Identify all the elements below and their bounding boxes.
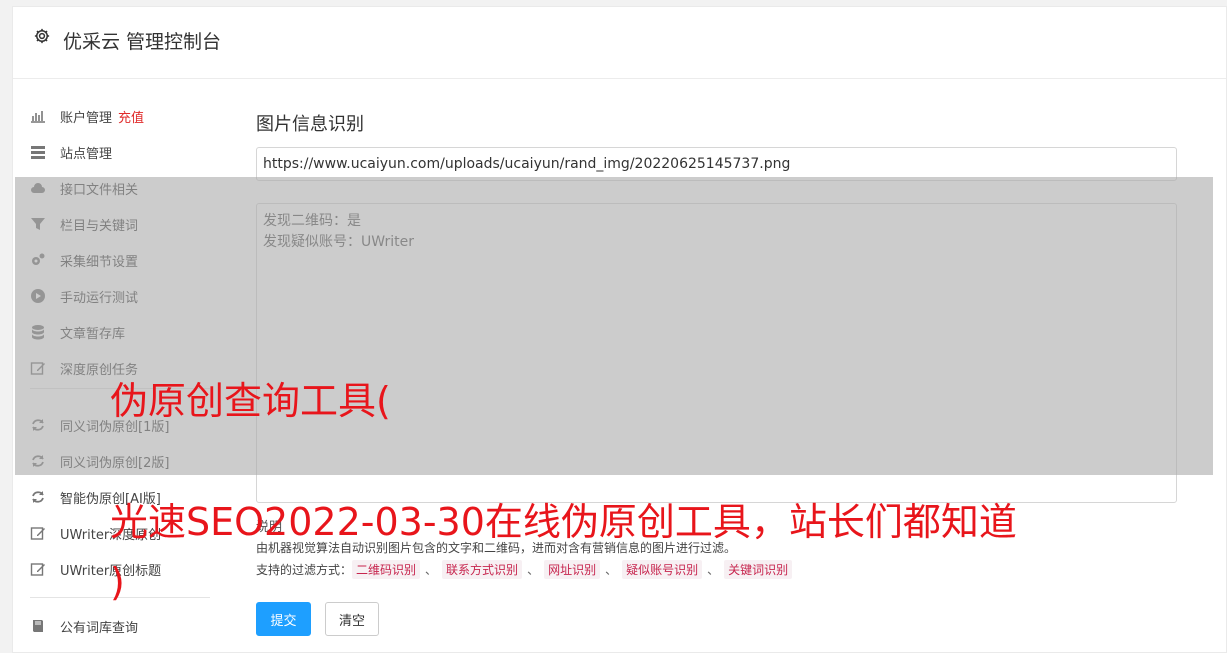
result-line: 发现二维码：是 (263, 213, 361, 229)
filter-methods: 支持的过滤方式： 二维码识别 、 联系方式识别 、 网址识别 、 疑似账号识别 … (256, 560, 793, 579)
sidebar-item-public-lexicon[interactable]: 公有词库查询 (30, 615, 210, 637)
edit-icon (30, 360, 46, 376)
sidebar-item-label: 文章暂存库 (60, 326, 126, 342)
refresh-icon (30, 453, 46, 469)
sidebar-item-label: 手动运行测试 (60, 290, 139, 306)
sidebar-item-keywords[interactable]: 栏目与关键词 (30, 213, 210, 235)
sidebar-item-deep-original[interactable]: 深度原创任务 (30, 357, 210, 379)
sidebar-item-article-store[interactable]: 文章暂存库 (30, 321, 210, 343)
recharge-link[interactable]: 充值 (118, 107, 144, 126)
filter-tag: 疑似账号识别 (622, 560, 703, 579)
sidebar-item-label: 站点管理 (60, 146, 113, 162)
panel-header: 优采云 管理控制台 (13, 7, 1226, 79)
sidebar-item-label: 深度原创任务 (60, 362, 139, 378)
database-icon (30, 324, 46, 340)
refresh-icon (30, 417, 46, 433)
sidebar-item-label: 公有词库查询 (60, 620, 139, 636)
sidebar-item-label: 采集细节设置 (60, 254, 139, 270)
overlay-headline-line2: 光速SEO2022-03-30在线伪原创工具，站长们都知道 (110, 500, 1017, 544)
sidebar-item-label: 同义词伪原创[2版] (60, 455, 170, 471)
sidebar-item-synonym-v2[interactable]: 同义词伪原创[2版] (30, 450, 210, 472)
sidebar-item-manual-test[interactable]: 手动运行测试 (30, 285, 210, 307)
filter-separator: 、 (605, 563, 618, 577)
edit-icon (30, 525, 46, 541)
cloud-upload-icon (30, 180, 46, 196)
filters-label: 支持的过滤方式： (256, 563, 353, 577)
filter-tag: 二维码识别 (352, 560, 421, 579)
filter-separator: 、 (527, 563, 540, 577)
sidebar-item-label: 接口文件相关 (60, 182, 139, 198)
filter-separator: 、 (425, 563, 438, 577)
result-line: 发现疑似账号：UWriter (263, 234, 414, 250)
cogs-icon (30, 252, 46, 268)
sidebar-item-account[interactable]: 账户管理 充值 (30, 105, 210, 127)
book-icon (30, 618, 46, 634)
sidebar-item-collect-settings[interactable]: 采集细节设置 (30, 249, 210, 271)
filter-tag: 联系方式识别 (442, 560, 523, 579)
app-title: 优采云 管理控制台 (63, 31, 222, 53)
sidebar-item-label: 栏目与关键词 (60, 218, 139, 234)
overlay-headline-line1: 伪原创查询工具( (110, 379, 391, 423)
play-circle-icon (30, 288, 46, 304)
server-icon (30, 144, 46, 160)
submit-button[interactable]: 提交 (256, 602, 311, 636)
edit-icon (30, 561, 46, 577)
overlay-headline-line3: ) (110, 560, 125, 604)
result-textarea[interactable]: 发现二维码：是 发现疑似账号：UWriter (256, 203, 1177, 503)
page-title: 图片信息识别 (256, 114, 364, 135)
bar-chart-icon (30, 108, 46, 124)
sidebar-item-label: 账户管理 (60, 110, 113, 126)
filter-icon (30, 216, 46, 232)
gear-icon (33, 27, 51, 45)
filter-tag: 网址识别 (544, 560, 601, 579)
refresh-icon (30, 489, 46, 505)
image-url-input[interactable] (256, 147, 1177, 181)
filter-tag: 关键词识别 (724, 560, 793, 579)
sidebar-item-sites[interactable]: 站点管理 (30, 141, 210, 163)
clear-button[interactable]: 清空 (325, 602, 379, 636)
filter-separator: 、 (707, 563, 720, 577)
sidebar-item-interface[interactable]: 接口文件相关 (30, 177, 210, 199)
